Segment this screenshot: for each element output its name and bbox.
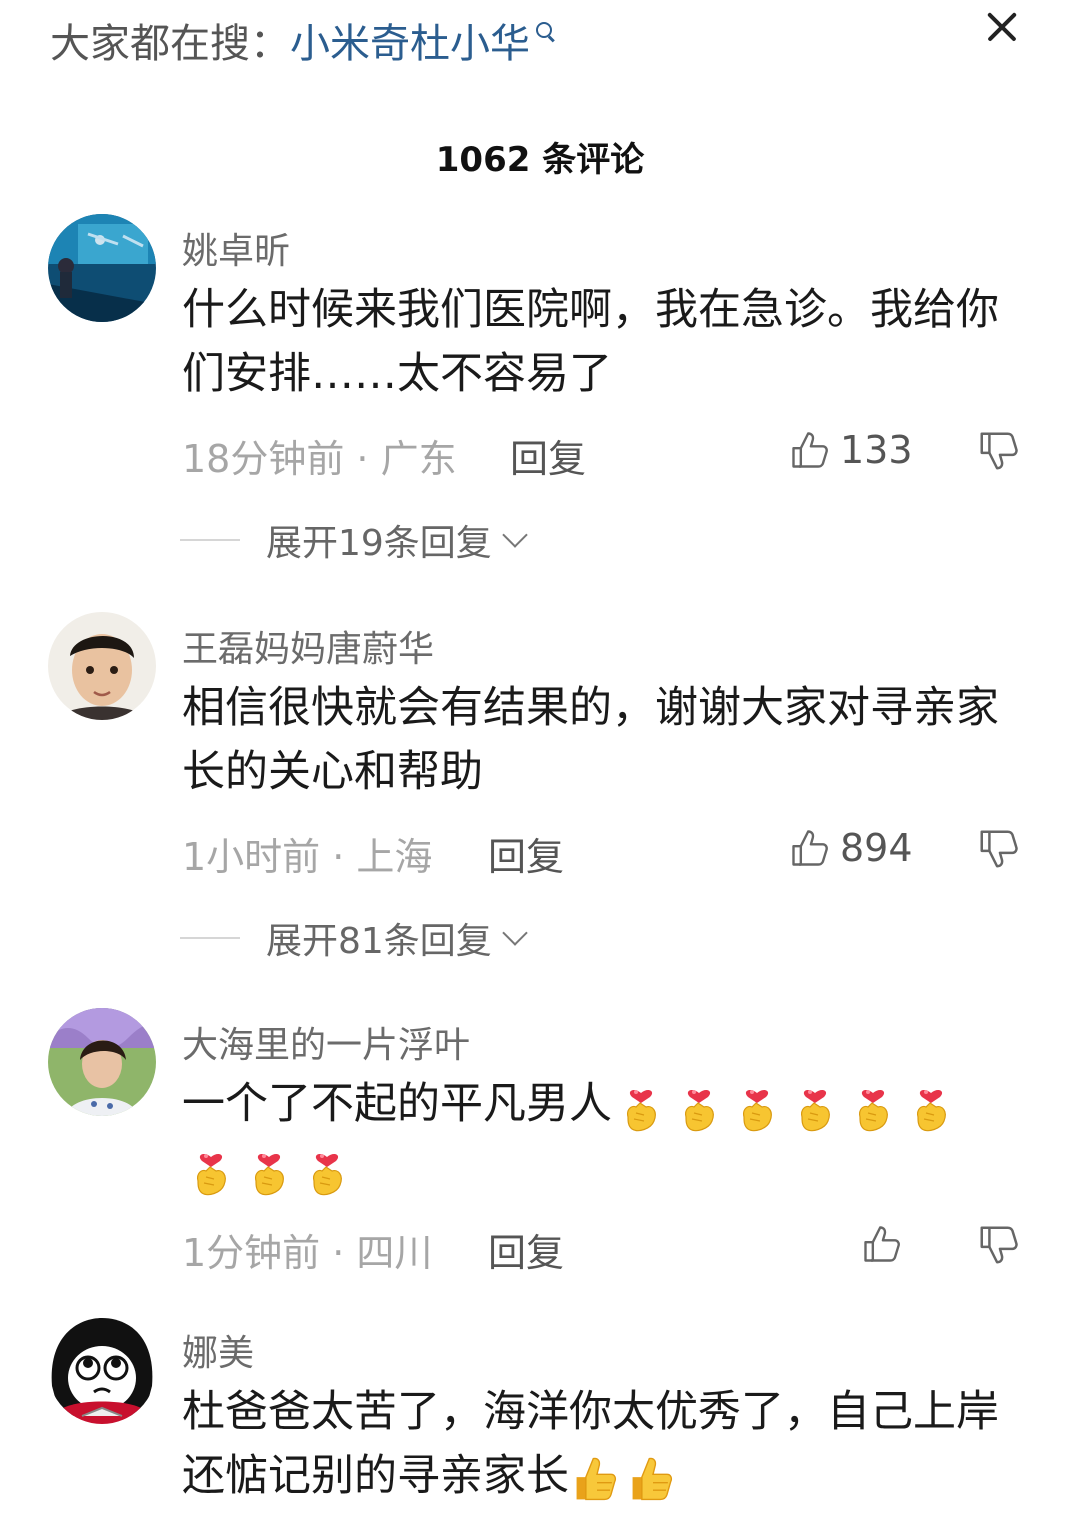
chevron-down-icon (502, 920, 528, 946)
comment-meta: 1分钟前 · 四川 (182, 1231, 433, 1275)
thumbs-down-icon[interactable] (976, 428, 1022, 474)
comment-count-title: 1062 条评论 (435, 140, 645, 180)
expand-replies-label: 展开19条回复 (266, 523, 492, 564)
avatar[interactable] (48, 1316, 156, 1424)
thumbs-up-icon (788, 428, 832, 472)
finger-heart-emoji (676, 1079, 722, 1135)
like-count: 133 (840, 428, 913, 472)
comment-meta: 18分钟前 · 广东 (182, 437, 457, 481)
thumbs-down-icon[interactable] (976, 826, 1022, 872)
thumbs-down-icon[interactable] (976, 1222, 1022, 1268)
divider (180, 539, 240, 541)
expand-replies-button[interactable]: 展开81条回复 (180, 912, 528, 964)
finger-heart-emoji (850, 1079, 896, 1135)
reply-button[interactable]: 回复 (488, 826, 564, 881)
chevron-down-icon (502, 522, 528, 548)
like-button[interactable]: 894 (788, 824, 913, 872)
finger-heart-emoji (908, 1079, 954, 1135)
close-icon[interactable] (980, 5, 1024, 49)
comment-text: 相信很快就会有结果的，谢谢大家对寻亲家长的关心和帮助 (182, 683, 999, 797)
comment-text: 什么时候来我们医院啊，我在急诊。我给你们安排……太不容易了 (182, 285, 999, 399)
finger-heart-emoji (304, 1143, 350, 1199)
search-suggestion-bar[interactable]: 大家都在搜： 小米奇杜小华 (50, 10, 560, 70)
username[interactable]: 娜美 (182, 1324, 254, 1376)
thumbs-up-icon (860, 1222, 904, 1266)
reply-button[interactable]: 回复 (488, 1222, 564, 1277)
username[interactable]: 姚卓昕 (182, 222, 290, 274)
finger-heart-emoji (246, 1143, 292, 1199)
thumbs-up-emoji (571, 1453, 623, 1505)
search-icon (532, 20, 560, 60)
like-count: 894 (840, 826, 913, 870)
finger-heart-emoji (188, 1143, 234, 1199)
avatar[interactable] (48, 214, 156, 322)
username[interactable]: 大海里的一片浮叶 (182, 1016, 470, 1068)
comment-text: 杜爸爸太苦了，海洋你太优秀了，自己上岸还惦记别的寻亲家长 (182, 1380, 1002, 1508)
like-button[interactable]: 133 (788, 426, 913, 474)
expand-replies-button[interactable]: 展开19条回复 (180, 514, 528, 566)
thumbs-up-emoji (627, 1453, 679, 1505)
search-suggestion-link[interactable]: 小米奇杜小华 (290, 11, 530, 69)
thumbs-up-icon (788, 826, 832, 870)
comment-text: 一个了不起的平凡男人 (182, 1072, 1002, 1200)
finger-heart-emoji (734, 1079, 780, 1135)
expand-replies-label: 展开81条回复 (266, 921, 492, 962)
username[interactable]: 王磊妈妈唐蔚华 (182, 620, 434, 672)
finger-heart-emoji (792, 1079, 838, 1135)
comment-meta: 1小时前 · 上海 (182, 835, 433, 879)
comment-text-content: 一个了不起的平凡男人 (182, 1079, 612, 1129)
divider (180, 937, 240, 939)
avatar[interactable] (48, 612, 156, 720)
finger-heart-emoji (618, 1079, 664, 1135)
reply-button[interactable]: 回复 (510, 428, 586, 483)
like-button[interactable] (860, 1220, 904, 1268)
search-prefix-label: 大家都在搜： (50, 21, 290, 67)
avatar[interactable] (48, 1008, 156, 1116)
